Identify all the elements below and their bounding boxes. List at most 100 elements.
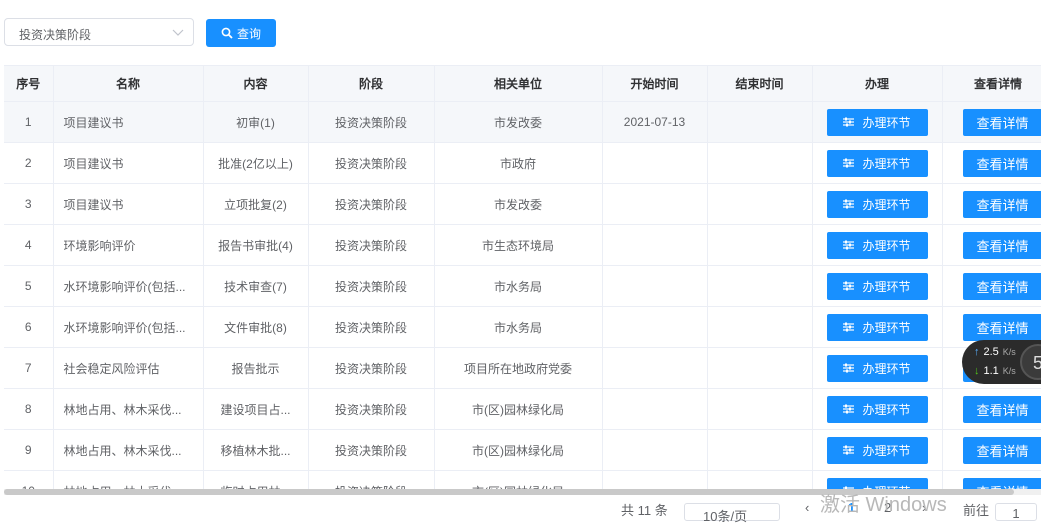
- handle-step-label: 办理环节: [862, 114, 910, 131]
- pagination-total: 共 11 条: [621, 500, 668, 520]
- sliders-icon: [843, 445, 854, 455]
- cell-index: 3: [4, 184, 53, 225]
- view-detail-button[interactable]: 查看详情: [963, 109, 1041, 136]
- cell-stage: 投资决策阶段: [308, 348, 434, 389]
- table-header-row: 序号 名称 内容 阶段 相关单位 开始时间 结束时间 办理 查看详情: [4, 66, 1041, 102]
- cell-name: 林地占用、林木采伐...: [53, 471, 203, 492]
- cell-stage: 投资决策阶段: [308, 225, 434, 266]
- stage-select[interactable]: 投资决策阶段: [4, 18, 194, 46]
- handle-step-button[interactable]: 办理环节: [827, 437, 928, 464]
- column-header-index: 序号: [4, 66, 53, 102]
- sliders-icon: [843, 322, 854, 332]
- cell-unit: 市发改委: [434, 184, 602, 225]
- cell-name: 项目建议书: [53, 102, 203, 143]
- cell-detail: 查看详情: [942, 184, 1041, 225]
- cell-unit: 市发改委: [434, 102, 602, 143]
- cell-start-time: [602, 471, 707, 492]
- cell-end-time: [707, 102, 812, 143]
- cell-name: 水环境影响评价(包括...: [53, 266, 203, 307]
- cell-stage: 投资决策阶段: [308, 471, 434, 492]
- cell-detail: 查看详情: [942, 102, 1041, 143]
- column-header-content: 内容: [203, 66, 308, 102]
- table-row: 4环境影响评价报告书审批(4)投资决策阶段市生态环境局办理环节查看详情: [4, 225, 1041, 266]
- table-row: 6水环境影响评价(包括...文件审批(8)投资决策阶段市水务局办理环节查看详情: [4, 307, 1041, 348]
- handle-step-button[interactable]: 办理环节: [827, 355, 928, 382]
- cell-unit: 市水务局: [434, 307, 602, 348]
- cell-end-time: [707, 471, 812, 492]
- sliders-icon: [843, 281, 854, 291]
- cell-unit: 市政府: [434, 143, 602, 184]
- cell-handle: 办理环节: [812, 225, 942, 266]
- search-button[interactable]: 查询: [206, 19, 276, 47]
- cell-handle: 办理环节: [812, 184, 942, 225]
- column-header-name: 名称: [53, 66, 203, 102]
- cell-handle: 办理环节: [812, 102, 942, 143]
- goto-page-value: 1: [1012, 506, 1019, 521]
- cell-name: 林地占用、林木采伐...: [53, 389, 203, 430]
- cell-handle: 办理环节: [812, 348, 942, 389]
- handle-step-button[interactable]: 办理环节: [827, 232, 928, 259]
- cell-name: 环境影响评价: [53, 225, 203, 266]
- cell-content: 报告批示: [203, 348, 308, 389]
- cell-start-time: [602, 389, 707, 430]
- cell-start-time: 2021-07-13: [602, 102, 707, 143]
- handle-step-button[interactable]: 办理环节: [827, 273, 928, 300]
- handle-step-button[interactable]: 办理环节: [827, 191, 928, 218]
- view-detail-button[interactable]: 查看详情: [963, 314, 1041, 341]
- table-row: 7社会稳定风险评估报告批示投资决策阶段项目所在地政府党委办理环节查看详情: [4, 348, 1041, 389]
- view-detail-button[interactable]: 查看详情: [963, 396, 1041, 423]
- cell-unit: 市(区)园林绿化局: [434, 430, 602, 471]
- table-row: 5水环境影响评价(包括...技术审查(7)投资决策阶段市水务局办理环节查看详情: [4, 266, 1041, 307]
- cell-detail: 查看详情: [942, 266, 1041, 307]
- cell-detail: 查看详情: [942, 389, 1041, 430]
- handle-step-label: 办理环节: [862, 319, 910, 336]
- column-header-stage: 阶段: [308, 66, 434, 102]
- handle-step-button[interactable]: 办理环节: [827, 396, 928, 423]
- goto-page-input[interactable]: 1: [995, 503, 1037, 521]
- arrow-up-icon: ↑: [974, 346, 980, 358]
- arrow-down-icon: ↓: [974, 365, 980, 377]
- stage-select-value: 投资决策阶段: [19, 26, 91, 43]
- sliders-icon: [843, 363, 854, 373]
- handle-step-button[interactable]: 办理环节: [827, 109, 928, 136]
- handle-step-label: 办理环节: [862, 360, 910, 377]
- view-detail-button[interactable]: 查看详情: [963, 150, 1041, 177]
- cell-end-time: [707, 307, 812, 348]
- page-size-select[interactable]: 10条/页: [684, 503, 780, 521]
- project-stage-table: 序号 名称 内容 阶段 相关单位 开始时间 结束时间 办理 查看详情 1项目建议…: [4, 65, 1041, 491]
- cell-end-time: [707, 225, 812, 266]
- cell-start-time: [602, 184, 707, 225]
- cell-start-time: [602, 348, 707, 389]
- table-row: 2项目建议书批准(2亿以上)投资决策阶段市政府办理环节查看详情: [4, 143, 1041, 184]
- view-detail-button[interactable]: 查看详情: [963, 273, 1041, 300]
- cell-content: 临时占用林...: [203, 471, 308, 492]
- cell-detail: 查看详情: [942, 225, 1041, 266]
- cell-start-time: [602, 225, 707, 266]
- upload-speed: ↑ 2.5 K/s: [974, 346, 1016, 358]
- cell-content: 技术审查(7): [203, 266, 308, 307]
- goto-label: 前往: [963, 500, 989, 520]
- upload-speed-value: 2.5: [984, 346, 999, 358]
- cell-content: 文件审批(8): [203, 307, 308, 348]
- cell-content: 建设项目占...: [203, 389, 308, 430]
- download-speed-value: 1.1: [984, 365, 999, 377]
- handle-step-button[interactable]: 办理环节: [827, 314, 928, 341]
- handle-step-label: 办理环节: [862, 278, 910, 295]
- cell-end-time: [707, 266, 812, 307]
- view-detail-button[interactable]: 查看详情: [963, 191, 1041, 218]
- network-speed-widget[interactable]: ↑ 2.5 K/s ↓ 1.1 K/s 5: [962, 340, 1041, 384]
- column-header-start-time: 开始时间: [602, 66, 707, 102]
- view-detail-button[interactable]: 查看详情: [963, 232, 1041, 259]
- cell-content: 移植林木批...: [203, 430, 308, 471]
- cell-stage: 投资决策阶段: [308, 307, 434, 348]
- cell-index: 6: [4, 307, 53, 348]
- cell-name: 项目建议书: [53, 184, 203, 225]
- prev-page-button[interactable]: ‹: [805, 500, 809, 520]
- cell-end-time: [707, 430, 812, 471]
- table-row: 9林地占用、林木采伐...移植林木批...投资决策阶段市(区)园林绿化局办理环节…: [4, 430, 1041, 471]
- table-row: 8林地占用、林木采伐...建设项目占...投资决策阶段市(区)园林绿化局办理环节…: [4, 389, 1041, 430]
- handle-step-button[interactable]: 办理环节: [827, 150, 928, 177]
- view-detail-button[interactable]: 查看详情: [963, 437, 1041, 464]
- cell-unit: 市(区)园林绿化局: [434, 389, 602, 430]
- cell-name: 林地占用、林木采伐...: [53, 430, 203, 471]
